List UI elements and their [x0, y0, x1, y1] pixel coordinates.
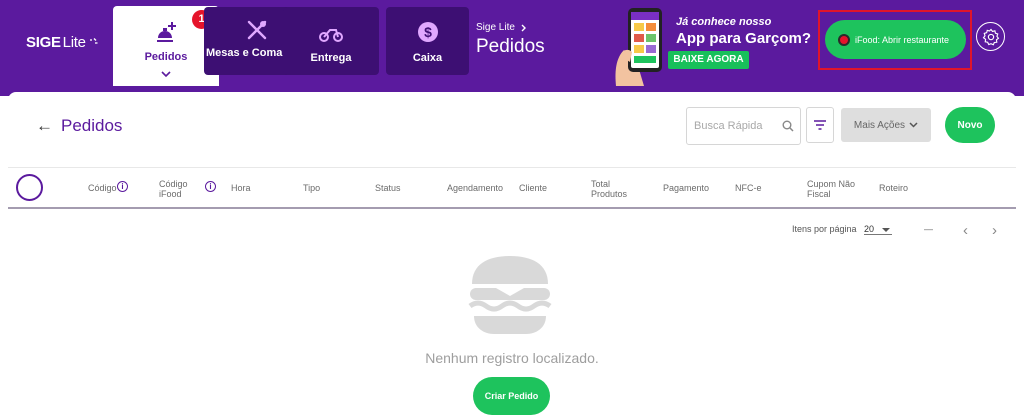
- fork-knife-icon: [247, 20, 267, 40]
- items-per-page-label: Itens por página: [792, 224, 857, 234]
- spark-icon: [90, 37, 98, 44]
- th-codigo[interactable]: Código: [88, 183, 117, 193]
- th-nfce[interactable]: NFC-e: [735, 183, 762, 193]
- empty-state-message: Nenhum registro localizado.: [425, 350, 599, 366]
- th-roteiro[interactable]: Roteiro: [879, 183, 908, 193]
- dropdown-caret-icon[interactable]: [882, 228, 890, 232]
- tab-entrega[interactable]: Entrega: [283, 7, 379, 75]
- tab-entrega-label: Entrega: [310, 52, 352, 64]
- th-tipo[interactable]: Tipo: [303, 183, 320, 193]
- svg-text:$: $: [424, 24, 432, 40]
- app-logo[interactable]: SIGE Lite: [26, 34, 98, 51]
- chevron-right-icon: [521, 24, 526, 31]
- th-agendamento[interactable]: Agendamento: [447, 183, 503, 193]
- more-actions-label: Mais Ações: [853, 119, 906, 131]
- promo-line-1: Já conhece nosso: [676, 16, 772, 28]
- page-header: ← Pedidos: [36, 116, 122, 136]
- page-title: Pedidos: [61, 116, 123, 135]
- th-hora[interactable]: Hora: [231, 183, 251, 193]
- ifood-open-restaurant-button[interactable]: iFood: Abrir restaurante: [825, 20, 966, 59]
- select-all-checkbox[interactable]: [16, 174, 43, 201]
- breadcrumb-parent[interactable]: Sige Lite: [476, 22, 515, 33]
- back-arrow-icon[interactable]: ←: [36, 116, 53, 136]
- next-page-button[interactable]: ›: [992, 222, 997, 239]
- settings-button[interactable]: [976, 22, 1005, 51]
- utensils-plus-icon: [157, 22, 176, 42]
- search-input[interactable]: [694, 120, 776, 132]
- th-status[interactable]: Status: [375, 183, 401, 193]
- filter-button[interactable]: [806, 107, 834, 143]
- new-order-button[interactable]: Novo: [945, 107, 995, 143]
- gear-icon: [982, 28, 999, 45]
- page-range: —: [924, 224, 933, 234]
- breadcrumb: Sige Lite Pedidos: [476, 22, 545, 58]
- promo-line-2: App para Garçom?: [676, 30, 812, 47]
- search-icon[interactable]: [782, 120, 794, 132]
- th-pagamento[interactable]: Pagamento: [663, 183, 709, 193]
- th-cupom-nao-fiscal[interactable]: Cupom Não Fiscal: [807, 179, 863, 199]
- info-icon[interactable]: i: [205, 181, 216, 192]
- th-cliente[interactable]: Cliente: [519, 183, 547, 193]
- dollar-coin-icon: $: [417, 22, 438, 42]
- create-order-button[interactable]: Criar Pedido: [473, 377, 550, 415]
- download-app-button[interactable]: BAIXE AGORA: [668, 51, 749, 69]
- chevron-down-icon: [909, 122, 918, 128]
- chevron-down-icon[interactable]: [160, 70, 172, 78]
- motorcycle-icon: [319, 29, 343, 42]
- items-per-page-value: 20: [864, 224, 875, 234]
- ifood-button-label: iFood: Abrir restaurante: [855, 34, 950, 45]
- filter-icon: [814, 120, 826, 130]
- previous-page-button[interactable]: ‹: [963, 222, 968, 239]
- tab-caixa[interactable]: $ Caixa: [386, 7, 469, 75]
- hamburger-icon: [468, 256, 552, 334]
- status-dot-icon: [838, 33, 850, 46]
- logo-sub-text: Lite: [62, 34, 86, 51]
- th-codigo-ifood[interactable]: Código iFood: [159, 179, 195, 199]
- th-total-produtos[interactable]: Total Produtos: [591, 179, 637, 199]
- logo-main-text: SIGE: [26, 34, 61, 51]
- breadcrumb-current: Pedidos: [476, 36, 545, 57]
- info-icon[interactable]: i: [117, 181, 128, 192]
- tab-caixa-label: Caixa: [412, 52, 443, 64]
- phone-app-illustration[interactable]: [608, 6, 668, 86]
- quick-search[interactable]: [686, 107, 801, 145]
- more-actions-button[interactable]: Mais Ações: [841, 108, 931, 142]
